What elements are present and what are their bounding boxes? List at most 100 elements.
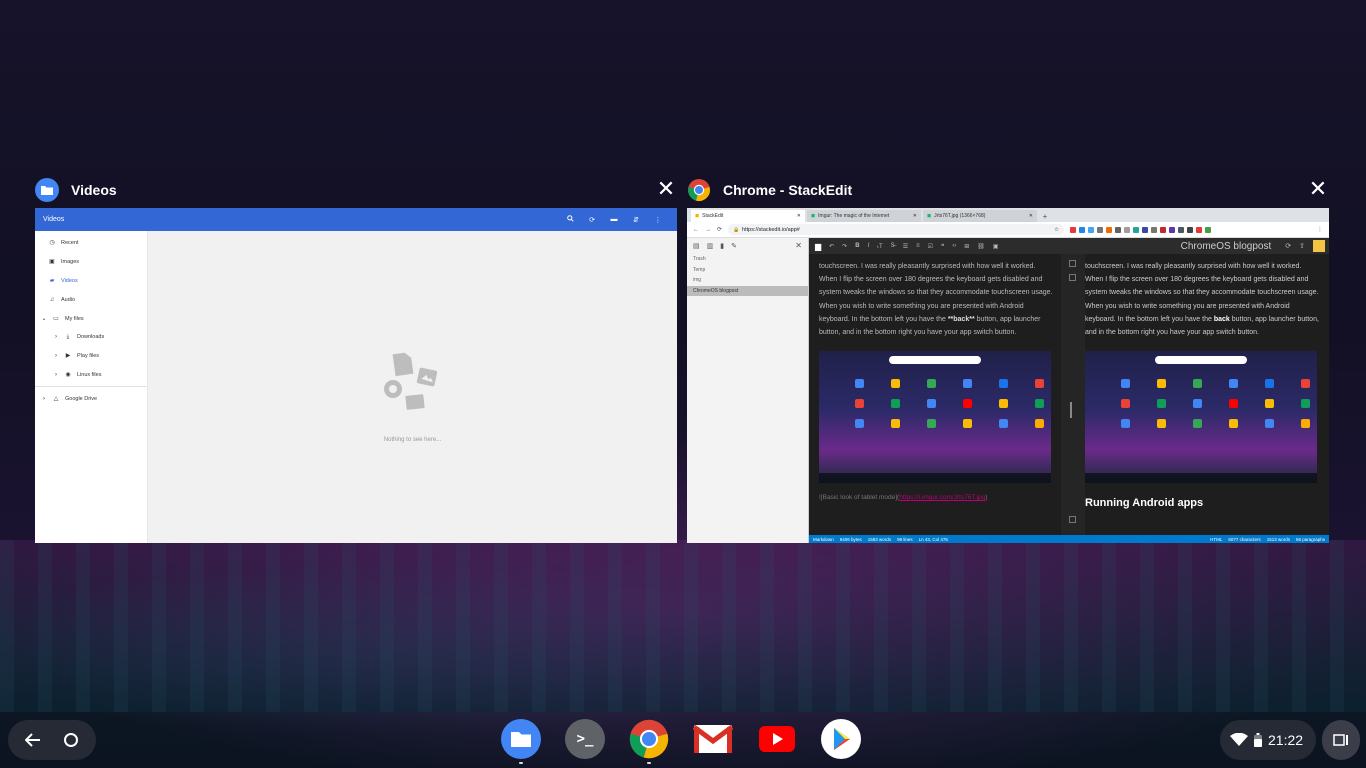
extension-icon[interactable] [1151, 226, 1158, 233]
gmail-icon[interactable] [692, 718, 734, 760]
folder-icon[interactable]: ▆ [815, 242, 821, 251]
overview-window-files[interactable]: Videos ✕ Videos ⟳ ▬ ⇵ ⋮ ◷ Recent ▣ Images … [35, 172, 677, 544]
close-icon[interactable]: ✕ [795, 241, 802, 250]
numbered-list-icon[interactable]: ≡ [916, 243, 920, 249]
delete-icon[interactable]: ▮ [720, 242, 724, 250]
sidebar-item-audio[interactable]: ♫ Audio [35, 290, 147, 309]
heading-icon[interactable]: ₜT [877, 243, 882, 250]
bold-icon[interactable]: B [855, 243, 859, 249]
editor-gutter [1061, 254, 1085, 535]
markdown-editor[interactable]: touchscreen. I was really pleasantly sur… [809, 254, 1061, 535]
wallpaper-skyline [0, 540, 1366, 712]
extension-icon[interactable] [1205, 226, 1212, 233]
extension-icon[interactable] [1187, 226, 1194, 233]
sync-icon[interactable]: ⟳ [1285, 242, 1291, 250]
table-icon[interactable]: ⊞ [964, 243, 969, 250]
sort-icon[interactable]: ⇵ [625, 216, 647, 224]
refresh-icon[interactable]: ⟳ [581, 216, 603, 224]
redo-icon[interactable]: ↷ [842, 243, 847, 250]
document-title[interactable]: ChromeOS blogpost [1181, 241, 1272, 252]
publish-icon[interactable]: ⇧ [1299, 242, 1305, 250]
tab-image[interactable]: ◼ Jrts76T.jpg (1366×768) ✕ [923, 210, 1037, 222]
home-button[interactable] [56, 725, 86, 755]
sidebar-item-google-drive[interactable]: › △ Google Drive [35, 389, 147, 408]
explorer-item-trash[interactable]: Trash [687, 254, 808, 265]
extension-icon[interactable] [1115, 226, 1122, 233]
quote-icon[interactable]: ❝ [941, 243, 944, 250]
dock-thumbnail [819, 473, 1051, 484]
wifi-icon [1230, 733, 1248, 746]
search-bar-thumbnail [1155, 356, 1247, 365]
close-icon[interactable]: ✕ [1307, 178, 1329, 200]
tab-stackedit[interactable]: ◼ StackEdit ✕ [691, 210, 805, 222]
files-app-icon[interactable] [500, 718, 542, 764]
explorer-item-img[interactable]: img [687, 275, 808, 286]
status-tray[interactable]: 21:22 [1220, 720, 1316, 760]
strikethrough-icon[interactable]: S̶ [891, 243, 895, 249]
sidebar-item-play-files[interactable]: › ▶ Play files [35, 347, 147, 366]
extension-icon[interactable] [1124, 226, 1131, 233]
extension-icon[interactable] [1133, 226, 1140, 233]
markdown-preview: touchscreen. I was really pleasantly sur… [1085, 254, 1329, 535]
empty-state-text: Nothing to see here... [383, 437, 442, 443]
extension-icon[interactable] [1196, 226, 1203, 233]
explorer-item-blogpost[interactable]: ChromeOS blogpost [687, 285, 808, 296]
extension-icon[interactable] [1079, 226, 1086, 233]
chrome-icon[interactable] [628, 718, 670, 764]
new-folder-icon[interactable]: ▥ [707, 242, 714, 250]
image-icon[interactable]: ▣ [993, 243, 999, 250]
extension-icon[interactable] [1178, 226, 1185, 233]
bulleted-list-icon[interactable]: ☰ [903, 243, 908, 250]
extension-icon[interactable] [1169, 226, 1176, 233]
close-icon[interactable]: ✕ [797, 213, 801, 219]
overview-button[interactable] [1322, 720, 1360, 760]
toc-icon[interactable] [1069, 260, 1076, 267]
extension-icon[interactable] [1142, 226, 1149, 233]
forward-icon[interactable]: → [705, 227, 711, 233]
search-bar-thumbnail [889, 356, 981, 365]
files-toolbar: Videos ⟳ ▬ ⇵ ⋮ [35, 208, 677, 231]
sidebar-item-recent[interactable]: ◷ Recent [35, 234, 147, 253]
view-toggle-icon[interactable]: ▬ [603, 216, 625, 223]
sidebar-item-downloads[interactable]: › ⤓ Downloads [35, 328, 147, 347]
sidebar-item-images[interactable]: ▣ Images [35, 253, 147, 272]
reload-icon[interactable]: ⟳ [717, 226, 722, 233]
back-icon[interactable]: ← [693, 227, 699, 233]
overview-window-chrome[interactable]: Chrome - StackEdit ✕ ◼ StackEdit ✕ ◼ Imgur:… [687, 172, 1329, 544]
play-store-icon[interactable] [820, 718, 862, 760]
close-icon[interactable]: ✕ [913, 213, 917, 219]
sidebar-item-my-files[interactable]: ⌄ ▭ My files [35, 309, 147, 328]
more-vert-icon[interactable]: ⋮ [1317, 226, 1323, 233]
italic-icon[interactable]: I [868, 243, 870, 249]
preview-toggle-icon[interactable] [1069, 274, 1076, 281]
rename-icon[interactable]: ✎ [731, 242, 737, 250]
new-file-icon[interactable]: ▤ [693, 242, 700, 250]
checklist-icon[interactable]: ☑ [928, 243, 933, 250]
extension-icon[interactable] [1106, 226, 1113, 233]
help-icon[interactable] [1069, 516, 1076, 523]
sidebar-item-videos[interactable]: ▰ Videos [35, 272, 147, 291]
code-icon[interactable]: ‹› [952, 243, 956, 249]
more-vert-icon[interactable]: ⋮ [647, 216, 669, 224]
editor-scrollbar[interactable] [1070, 402, 1072, 418]
extension-icon[interactable] [1070, 226, 1077, 233]
new-tab-button[interactable]: + [1039, 212, 1051, 222]
youtube-icon[interactable] [756, 718, 798, 760]
extension-icon[interactable] [1097, 226, 1104, 233]
back-button[interactable] [18, 725, 48, 755]
undo-icon[interactable]: ↶ [829, 243, 834, 250]
explorer-item-temp[interactable]: Temp [687, 265, 808, 276]
extension-icon[interactable] [1088, 226, 1095, 233]
search-icon[interactable] [559, 215, 581, 224]
close-icon[interactable]: ✕ [1029, 213, 1033, 219]
address-bar[interactable]: 🔒 https://stackedit.io/app# ☆ [728, 224, 1065, 235]
link-icon[interactable]: ⛓ [977, 243, 985, 250]
terminal-icon[interactable]: >_ [564, 718, 606, 760]
star-icon[interactable]: ☆ [1054, 227, 1059, 233]
stackedit-logo-icon[interactable] [1313, 240, 1325, 252]
close-icon[interactable]: ✕ [655, 178, 677, 200]
sidebar-item-linux-files[interactable]: › ◉ Linux files [35, 366, 147, 385]
extension-icon[interactable] [1160, 226, 1167, 233]
tab-imgur[interactable]: ◼ Imgur: The magic of the Internet ✕ [807, 210, 921, 222]
preview-heading: Running Android apps [1085, 497, 1204, 510]
